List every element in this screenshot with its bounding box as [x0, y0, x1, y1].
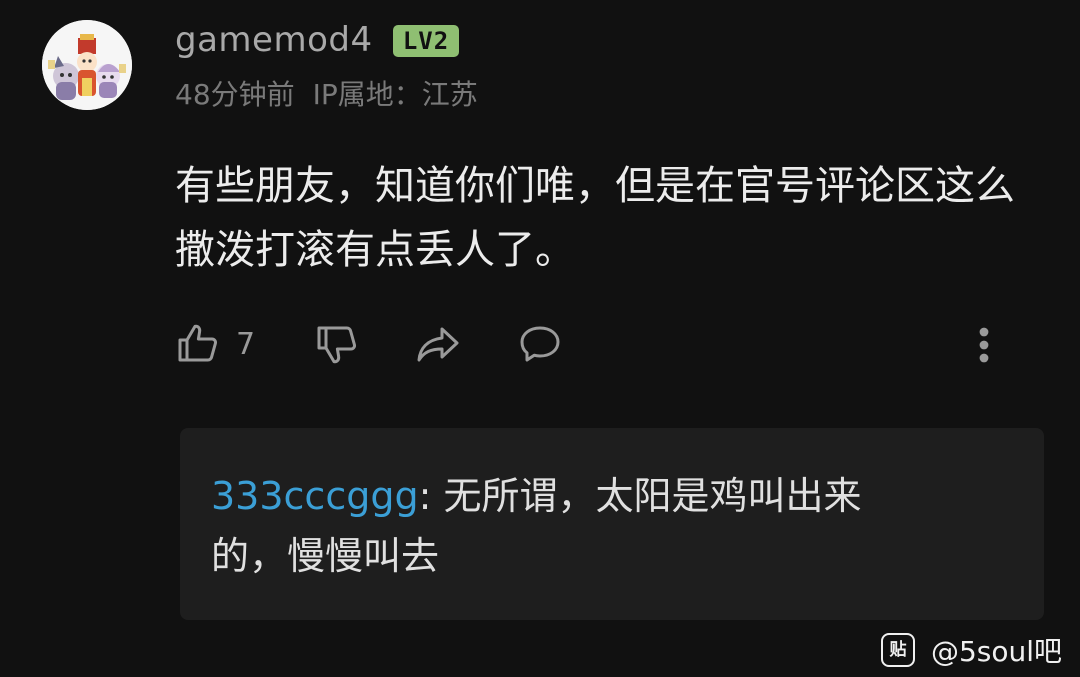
- avatar-illustration: [42, 20, 132, 110]
- dislike-button[interactable]: [313, 316, 361, 372]
- share-button[interactable]: [413, 316, 463, 372]
- like-button[interactable]: 7: [174, 316, 255, 372]
- thumbs-up-icon: [178, 324, 218, 362]
- comment-action-bar: 7: [0, 316, 1080, 372]
- tieba-logo-icon: 贴: [880, 633, 915, 667]
- comment-body: 有些朋友，知道你们唯，但是在官号评论区这么撒泼打滚有点丢人了。: [175, 163, 1015, 273]
- comment-username[interactable]: gamemod4: [175, 18, 373, 62]
- comment-meta: 48分钟前 IP属地：江苏: [175, 76, 478, 114]
- more-vertical-icon: [979, 327, 989, 363]
- reply-username[interactable]: 333cccggg: [211, 474, 419, 518]
- comment-icon: [520, 326, 560, 362]
- watermark: 贴 @5soul吧: [880, 632, 1062, 668]
- user-avatar[interactable]: [42, 20, 132, 110]
- reply-separator: :: [418, 474, 444, 518]
- reply-preview[interactable]: 333cccggg: 无所谓，太阳是鸡叫出来的，慢慢叫去: [180, 428, 1044, 620]
- share-icon: [417, 327, 459, 362]
- ip-location: IP属地：江苏: [312, 78, 478, 111]
- like-count: 7: [236, 326, 256, 362]
- level-badge: LV2: [393, 25, 459, 57]
- thumbs-down-icon: [317, 326, 357, 364]
- reply-button[interactable]: [515, 316, 565, 372]
- more-options-button[interactable]: [968, 316, 1000, 372]
- comment-time: 48分钟前: [175, 78, 295, 111]
- watermark-text: @5soul吧: [930, 635, 1062, 668]
- reply-content: 333cccggg: 无所谓，太阳是鸡叫出来的，慢慢叫去: [211, 466, 931, 586]
